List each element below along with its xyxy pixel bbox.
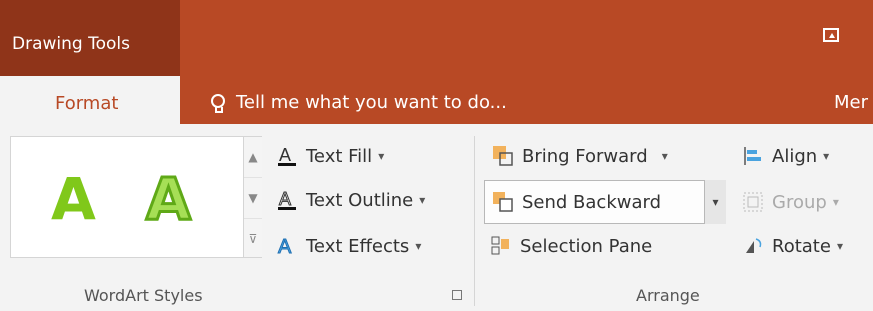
scroll-up-icon[interactable]: ▲	[244, 137, 262, 178]
rotate-label: Rotate	[772, 235, 831, 257]
group-label: Group	[772, 191, 827, 213]
tell-me-text: Tell me what you want to do...	[236, 92, 507, 113]
ribbon-display-options-icon[interactable]	[823, 28, 839, 42]
gallery-scrollbar[interactable]: ▲ ▼ ⊽	[243, 137, 262, 257]
tell-me-search[interactable]: Tell me what you want to do...	[210, 92, 507, 113]
svg-text:A: A	[279, 189, 291, 209]
selection-pane-label: Selection Pane	[520, 235, 653, 257]
bring-forward-label: Bring Forward	[522, 145, 648, 167]
bring-forward-button[interactable]: Bring Forward ▾	[492, 142, 668, 170]
dialog-launcher-icon[interactable]	[452, 290, 462, 300]
lightbulb-icon	[210, 93, 225, 113]
group-button[interactable]: Group ▾	[742, 188, 839, 216]
text-fill-icon: A	[276, 145, 298, 167]
tab-format[interactable]: Format	[0, 76, 180, 126]
svg-text:A: A	[279, 145, 291, 165]
wordart-style-2[interactable]: A	[145, 164, 193, 235]
scroll-down-icon[interactable]: ▼	[244, 178, 262, 219]
text-outline-icon: A	[276, 189, 298, 211]
text-fill-label: Text Fill	[306, 145, 373, 167]
text-fill-button[interactable]: A Text Fill ▾	[276, 142, 384, 170]
selection-pane-icon	[490, 235, 512, 257]
tab-format-label: Format	[55, 93, 119, 114]
context-tab-label: Drawing Tools	[12, 34, 130, 54]
tab-more[interactable]: Mer	[834, 92, 868, 113]
align-label: Align	[772, 145, 818, 167]
group-icon	[742, 191, 764, 213]
align-button[interactable]: Align ▾	[742, 142, 829, 170]
selection-pane-button[interactable]: Selection Pane	[490, 232, 652, 260]
send-backward-button[interactable]: Send Backward	[492, 188, 661, 216]
text-effects-label: Text Effects	[306, 235, 410, 257]
context-tab-header: Drawing Tools	[0, 0, 180, 76]
gallery-more-icon[interactable]: ⊽	[244, 219, 262, 259]
text-effects-button[interactable]: A Text Effects ▾	[276, 232, 422, 260]
wordart-gallery[interactable]: A A ▲ ▼ ⊽	[10, 136, 262, 258]
text-outline-button[interactable]: A Text Outline ▾	[276, 186, 425, 214]
wordart-style-1[interactable]: A	[51, 165, 96, 233]
svg-text:A: A	[278, 236, 292, 257]
rotate-icon	[742, 235, 764, 257]
bring-forward-icon	[492, 145, 514, 167]
rotate-button[interactable]: Rotate ▾	[742, 232, 843, 260]
arrange-group-label: Arrange	[636, 286, 700, 305]
send-backward-label: Send Backward	[522, 191, 662, 213]
group-separator	[474, 136, 475, 306]
text-effects-icon: A	[276, 235, 298, 259]
wordart-styles-group-label: WordArt Styles	[84, 286, 203, 305]
send-backward-icon	[492, 191, 514, 213]
send-backward-dropdown[interactable]: ▾	[704, 180, 726, 224]
text-outline-label: Text Outline	[306, 189, 414, 211]
align-icon	[742, 145, 764, 167]
